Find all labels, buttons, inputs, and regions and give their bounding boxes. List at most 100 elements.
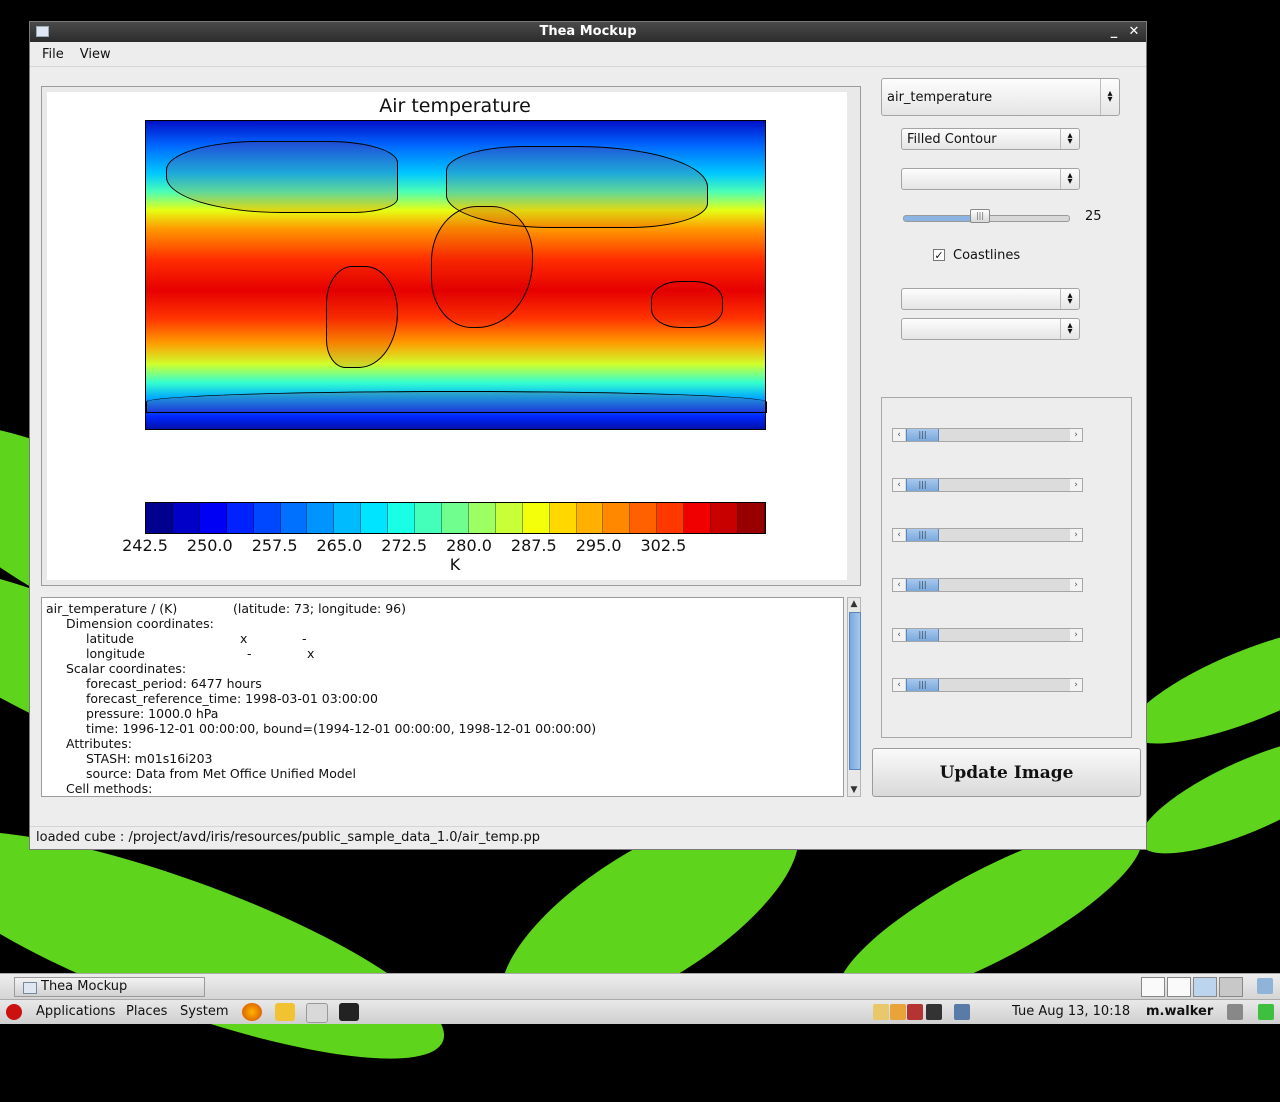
- menu-applications[interactable]: Applications: [36, 1004, 115, 1019]
- colorbar-unit: K: [449, 555, 461, 574]
- update-image-button[interactable]: Update Image: [872, 748, 1141, 797]
- menu-view[interactable]: View: [72, 47, 119, 62]
- chevron-right-icon[interactable]: ›: [1070, 529, 1082, 541]
- firefox-icon[interactable]: [242, 1003, 262, 1021]
- scroll-down-icon[interactable]: ▼: [848, 784, 860, 796]
- minimize-button[interactable]: _: [1106, 22, 1122, 42]
- levels-slider-handle[interactable]: |||: [970, 209, 990, 223]
- colorbar: [145, 502, 766, 534]
- colorbar-tick-label: 295.0: [575, 536, 622, 555]
- notes-icon[interactable]: [275, 1003, 295, 1021]
- dimension-slider[interactable]: ‹ ||| ›: [892, 678, 1083, 692]
- chevron-left-icon[interactable]: ‹: [893, 529, 905, 541]
- colormap-select[interactable]: ▴ ▾: [901, 168, 1080, 190]
- scroll-thumb[interactable]: [849, 612, 861, 770]
- cube-info-panel[interactable]: air_temperature / (K) (latitude: 73; lon…: [41, 597, 844, 797]
- dimension-slider[interactable]: ‹ ||| ›: [892, 478, 1083, 492]
- chevron-left-icon[interactable]: ‹: [893, 479, 905, 491]
- chevron-left-icon[interactable]: ‹: [893, 629, 905, 641]
- scroll-up-icon[interactable]: ▲: [848, 598, 860, 610]
- check-icon: ✓: [934, 249, 944, 262]
- colorbar-segment: [280, 503, 308, 533]
- title-bar[interactable]: Thea Mockup _ ✕: [30, 22, 1146, 42]
- colorbar-segment: [657, 503, 685, 533]
- dimension-slider-thumb[interactable]: |||: [906, 579, 939, 591]
- trash-icon[interactable]: [1257, 978, 1273, 994]
- cube-select-value: air_temperature: [887, 89, 993, 105]
- chevron-right-icon[interactable]: ›: [1070, 679, 1082, 691]
- dimension-slider-thumb[interactable]: |||: [906, 479, 939, 491]
- dimension-slider-thumb[interactable]: |||: [906, 629, 939, 641]
- network-icon[interactable]: [954, 1004, 970, 1020]
- dimension-slider-thumb[interactable]: |||: [906, 679, 939, 691]
- chevron-left-icon[interactable]: ‹: [893, 429, 905, 441]
- colorbar-segment: [334, 503, 362, 533]
- volume-muted-icon[interactable]: [926, 1004, 942, 1020]
- colorbar-segment: [415, 503, 442, 533]
- dimension-slider-thumb[interactable]: |||: [906, 429, 939, 441]
- menu-system[interactable]: System: [180, 1004, 228, 1019]
- dim-coord-col2: -: [302, 631, 307, 646]
- dimension-slider[interactable]: ‹ ||| ›: [892, 578, 1083, 592]
- dim-coord-name: longitude: [86, 646, 145, 661]
- scalar-coord: forecast_period: 6477 hours: [86, 676, 262, 691]
- workspace-4[interactable]: [1219, 977, 1243, 997]
- colorbar-segment: [468, 503, 496, 533]
- chevron-right-icon[interactable]: ›: [1070, 629, 1082, 641]
- land-north-america: [166, 141, 398, 213]
- scalar-coord: pressure: 1000.0 hPa: [86, 706, 219, 721]
- pen-icon[interactable]: [907, 1004, 923, 1020]
- colorbar-tick-label: 287.5: [510, 536, 557, 555]
- coastlines-label: Coastlines: [953, 248, 1021, 263]
- colorbar-segment: [711, 503, 738, 533]
- levels-value: 25: [1085, 209, 1102, 224]
- window-icon: [23, 982, 37, 994]
- colorbar-segment: [522, 503, 550, 533]
- land-eurasia: [446, 146, 708, 228]
- cube-select[interactable]: air_temperature ▴ ▾: [881, 78, 1120, 116]
- dimension-slider[interactable]: ‹ ||| ›: [892, 628, 1083, 642]
- chevron-left-icon[interactable]: ‹: [893, 579, 905, 591]
- files-icon[interactable]: [306, 1003, 328, 1023]
- dimension-slider[interactable]: ‹ ||| ›: [892, 428, 1083, 442]
- chevron-right-icon[interactable]: ›: [1070, 579, 1082, 591]
- lock-icon[interactable]: [1227, 1004, 1243, 1020]
- workspace-3[interactable]: [1193, 977, 1217, 997]
- redhat-logo-icon: [6, 1004, 22, 1020]
- taskbar-window-button[interactable]: Thea Mockup: [14, 977, 205, 997]
- chevron-updown-icon: ▴ ▾: [1060, 129, 1079, 149]
- menu-file[interactable]: File: [34, 47, 72, 62]
- colorbar-segment: [549, 503, 577, 533]
- colorbar-segment: [172, 503, 200, 533]
- dimension-slider-thumb[interactable]: |||: [906, 529, 939, 541]
- plot-type-value: Filled Contour: [907, 131, 997, 147]
- colorbar-tick-label: 280.0: [446, 536, 492, 555]
- scalar-coord: forecast_reference_time: 1998-03-01 03:0…: [86, 691, 378, 706]
- colorbar-segment: [603, 503, 631, 533]
- workspace-1[interactable]: [1141, 977, 1165, 997]
- chevron-right-icon[interactable]: ›: [1070, 479, 1082, 491]
- logout-icon[interactable]: [1258, 1004, 1274, 1020]
- colorbar-segment: [307, 503, 335, 533]
- chevron-left-icon[interactable]: ‹: [893, 679, 905, 691]
- colorbar-segment: [630, 503, 658, 533]
- app-window: Thea Mockup _ ✕ File View Air temperatur…: [29, 21, 1147, 850]
- mail-icon[interactable]: [873, 1004, 889, 1020]
- plot-type-select[interactable]: Filled Contour ▴ ▾: [901, 128, 1080, 150]
- terminal-icon[interactable]: [339, 1003, 359, 1021]
- clock-applet-icon[interactable]: [890, 1004, 906, 1020]
- close-button[interactable]: ✕: [1126, 22, 1142, 42]
- coastlines-checkbox[interactable]: ✓: [933, 249, 945, 261]
- chevron-right-icon[interactable]: ›: [1070, 429, 1082, 441]
- x-axis-select[interactable]: ▴ ▾: [901, 288, 1080, 310]
- dimension-slider[interactable]: ‹ ||| ›: [892, 528, 1083, 542]
- colorbar-segment: [388, 503, 416, 533]
- attribute: STASH: m01s16i203: [86, 751, 213, 766]
- menu-places[interactable]: Places: [126, 1004, 167, 1019]
- info-vertical-scrollbar[interactable]: ▲ ▼: [847, 597, 861, 797]
- window-icon[interactable]: [36, 26, 49, 37]
- workspace-2[interactable]: [1167, 977, 1191, 997]
- y-axis-select[interactable]: ▴ ▾: [901, 318, 1080, 340]
- user-name[interactable]: m.walker: [1146, 1004, 1213, 1019]
- clock[interactable]: Tue Aug 13, 10:18: [1012, 1004, 1130, 1019]
